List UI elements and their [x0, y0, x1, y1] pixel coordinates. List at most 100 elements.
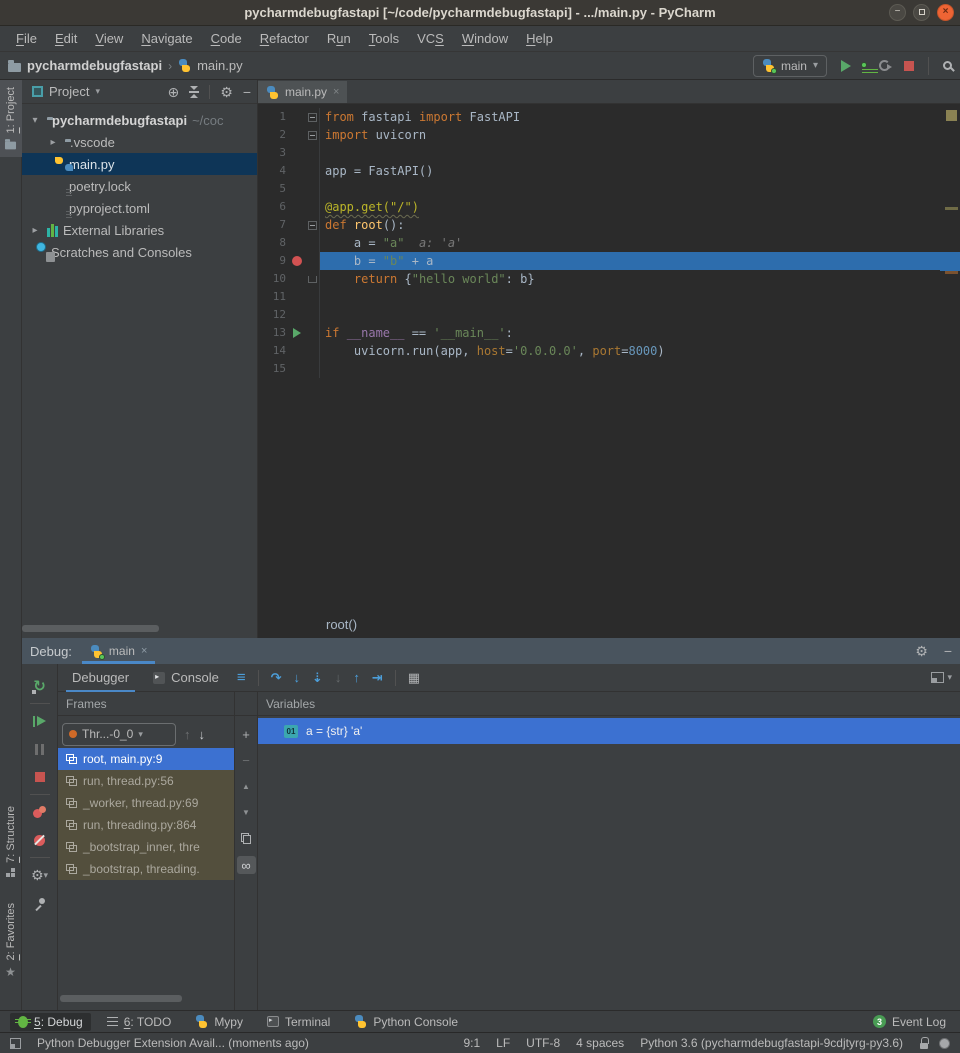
highlighting-level-icon[interactable] [939, 1038, 950, 1049]
tab-console[interactable]: Console [147, 664, 225, 692]
move-up-icon[interactable]: ▲ [242, 778, 250, 794]
code-line-3[interactable]: 3 [258, 144, 960, 162]
run-icon[interactable] [841, 60, 851, 72]
step-into-icon[interactable]: ↓ [293, 670, 300, 685]
tool-window-button-mypy[interactable]: Mypy [187, 1013, 251, 1031]
sidebar-tab-project[interactable]: 1: Project [0, 80, 22, 157]
tree-item-vscode[interactable]: ▸.vscode [22, 131, 257, 153]
tool-window-button-python-console[interactable]: Python Console [346, 1013, 466, 1031]
debug-session-tab-main[interactable]: main × [82, 638, 155, 664]
evaluate-expression-icon[interactable]: ▦ [408, 670, 420, 686]
step-out-icon[interactable]: ↑ [353, 670, 360, 685]
menu-item-edit[interactable]: Edit [47, 28, 85, 49]
code-area[interactable]: 1from fastapi import FastAPI2import uvic… [258, 104, 960, 610]
line-number[interactable]: 4 [258, 162, 288, 180]
tool-window-button-terminal[interactable]: Terminal [259, 1013, 338, 1031]
line-number[interactable]: 10 [258, 270, 288, 288]
line-number[interactable]: 1 [258, 108, 288, 126]
settings-icon[interactable]: ⚙▾ [22, 861, 57, 889]
code-line-12[interactable]: 12 [258, 306, 960, 324]
profiler-icon[interactable] [879, 60, 890, 71]
tab-debugger[interactable]: Debugger [66, 664, 135, 692]
code-line-9[interactable]: 9 b = "b" + a [258, 252, 960, 270]
project-panel-title[interactable]: Project [49, 84, 89, 99]
line-number[interactable]: 13 [258, 324, 288, 342]
tree-item-pycharmdebugfastapi[interactable]: ▾pycharmdebugfastapi ~/coc [22, 109, 257, 131]
caret-position[interactable]: 9:1 [463, 1036, 480, 1050]
line-number[interactable]: 11 [258, 288, 288, 306]
error-stripe-caret-mark[interactable] [940, 252, 960, 271]
line-number[interactable]: 9 [258, 252, 288, 270]
chevron-right-icon[interactable]: ▸ [28, 225, 42, 236]
infinity-icon[interactable]: ∞ [237, 856, 256, 874]
code-line-2[interactable]: 2import uvicorn [258, 126, 960, 144]
horizontal-scrollbar[interactable] [22, 625, 159, 632]
minimize-button[interactable]: − [889, 4, 906, 21]
rerun-icon[interactable]: ↻ [22, 672, 57, 700]
frame-row[interactable]: _worker, thread.py:69 [58, 792, 234, 814]
line-number[interactable]: 15 [258, 360, 288, 378]
menu-item-code[interactable]: Code [203, 28, 250, 49]
code-line-1[interactable]: 1from fastapi import FastAPI [258, 108, 960, 126]
horizontal-scrollbar[interactable] [60, 995, 182, 1002]
sidebar-tab-structure[interactable]: 7: Structure [0, 799, 22, 884]
frame-up-icon[interactable]: ↑ [184, 727, 191, 742]
fold-marker-icon[interactable] [306, 270, 319, 288]
fold-marker-icon[interactable] [306, 108, 319, 126]
code-line-8[interactable]: 8 a = "a" a: 'a' [258, 234, 960, 252]
run-to-cursor-icon[interactable]: ⇥ [372, 670, 383, 686]
frame-row[interactable]: run, threading.py:864 [58, 814, 234, 836]
hide-panel-icon[interactable]: − [243, 85, 251, 99]
menu-item-run[interactable]: Run [319, 28, 359, 49]
indent-setting[interactable]: 4 spaces [576, 1036, 624, 1050]
menu-item-vcs[interactable]: VCS [409, 28, 452, 49]
layout-settings-icon[interactable] [931, 672, 944, 683]
line-number[interactable]: 2 [258, 126, 288, 144]
lock-icon[interactable] [919, 1037, 929, 1049]
code-line-14[interactable]: 14 uvicorn.run(app, host='0.0.0.0', port… [258, 342, 960, 360]
code-line-11[interactable]: 11 [258, 288, 960, 306]
stop-icon[interactable] [22, 763, 57, 791]
code-line-5[interactable]: 5 [258, 180, 960, 198]
move-down-icon[interactable]: ▼ [242, 804, 250, 820]
gear-icon[interactable]: ⚙ [220, 85, 233, 99]
code-line-4[interactable]: 4app = FastAPI() [258, 162, 960, 180]
line-number[interactable]: 7 [258, 216, 288, 234]
frame-row[interactable]: run, thread.py:56 [58, 770, 234, 792]
run-arrow-icon[interactable] [288, 324, 306, 342]
collapse-all-icon[interactable] [189, 86, 199, 98]
stop-icon[interactable] [904, 61, 914, 71]
line-ending[interactable]: LF [496, 1036, 510, 1050]
force-step-into-icon[interactable]: ↓ [335, 670, 342, 685]
fold-marker-icon[interactable] [306, 216, 319, 234]
tree-item-scratches-and-consoles[interactable]: Scratches and Consoles [22, 241, 257, 263]
menu-item-file[interactable]: File [8, 28, 45, 49]
chevron-down-icon[interactable]: ▾ [28, 115, 42, 126]
menu-item-view[interactable]: View [87, 28, 131, 49]
line-number[interactable]: 8 [258, 234, 288, 252]
pin-icon[interactable] [22, 889, 57, 917]
line-number[interactable]: 5 [258, 180, 288, 198]
code-line-13[interactable]: 13if __name__ == '__main__': [258, 324, 960, 342]
frame-row[interactable]: _bootstrap, threading. [58, 858, 234, 880]
tree-item-poetry-lock[interactable]: poetry.lock [22, 175, 257, 197]
menu-item-window[interactable]: Window [454, 28, 516, 49]
chevron-down-icon[interactable]: ▾ [95, 86, 100, 97]
gear-icon[interactable]: ⚙ [915, 644, 928, 658]
scope-breadcrumb[interactable]: root() [326, 617, 357, 632]
line-number[interactable]: 6 [258, 198, 288, 216]
duplicate-icon[interactable] [241, 830, 251, 846]
error-stripe-breakpoint-mark[interactable] [945, 271, 958, 274]
chevron-right-icon[interactable]: ▸ [46, 137, 60, 148]
hide-panel-icon[interactable]: − [944, 644, 952, 658]
error-stripe-warning-mark[interactable] [945, 207, 958, 210]
remove-watch-icon[interactable]: − [242, 752, 250, 768]
interpreter[interactable]: Python 3.6 (pycharmdebugfastapi-9cdjtyrg… [640, 1036, 903, 1050]
menu-item-tools[interactable]: Tools [361, 28, 407, 49]
tree-item-external-libraries[interactable]: ▸External Libraries [22, 219, 257, 241]
breadcrumb-project[interactable]: pycharmdebugfastapi [27, 58, 162, 73]
maximize-button[interactable] [913, 4, 930, 21]
view-breakpoints-icon[interactable] [22, 798, 57, 826]
status-message[interactable]: Python Debugger Extension Avail... (mome… [37, 1036, 309, 1050]
frame-row[interactable]: root, main.py:9 [58, 748, 234, 770]
